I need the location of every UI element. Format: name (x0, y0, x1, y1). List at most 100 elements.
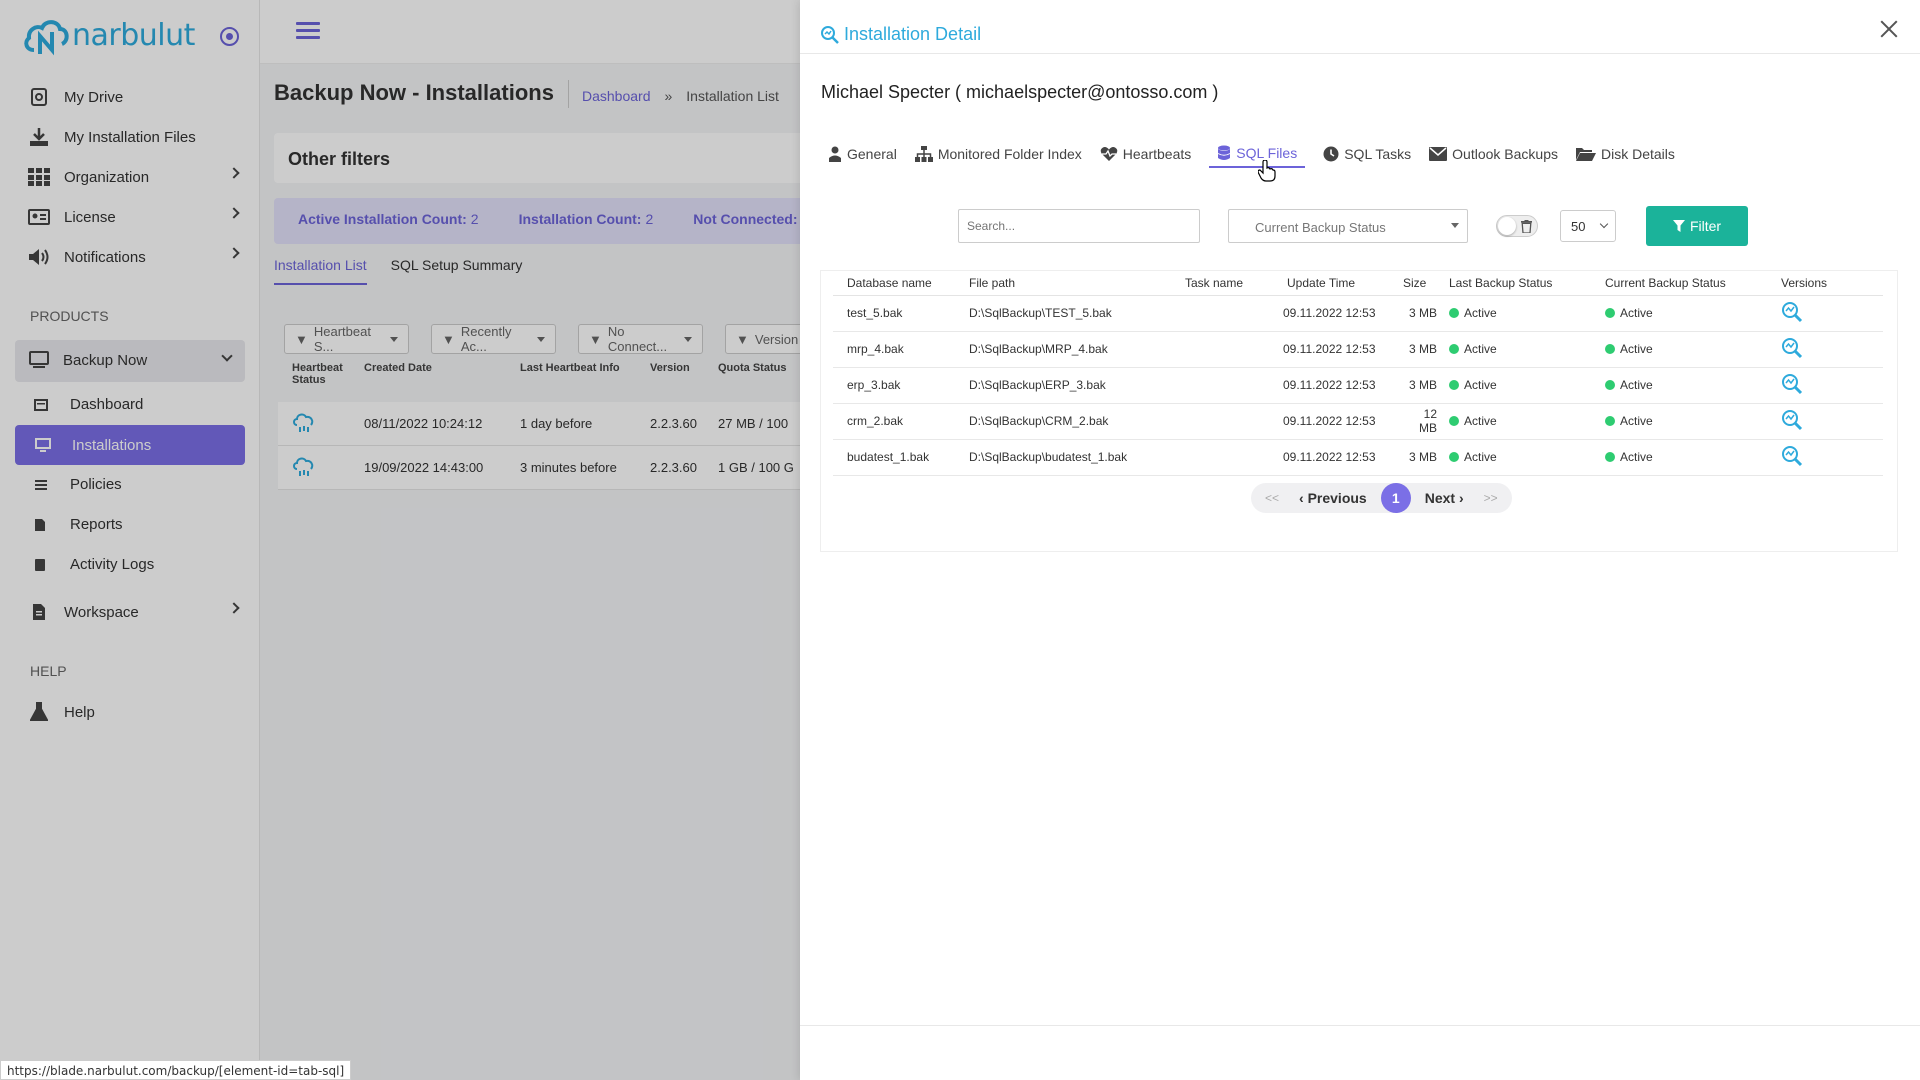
file-path: D:\SqlBackup\TEST_5.bak (963, 295, 1179, 332)
table-row[interactable]: crm_2.bak D:\SqlBackup\CRM_2.bak 09.11.2… (833, 403, 1883, 440)
tab-disk-details[interactable]: Disk Details (1575, 140, 1675, 168)
search-versions-icon[interactable] (1781, 301, 1803, 323)
previous-page-button[interactable]: ‹ Previous (1299, 490, 1367, 506)
envelope-icon (1429, 147, 1448, 161)
status-text: Active (1464, 342, 1497, 356)
file-path: D:\SqlBackup\ERP_3.bak (963, 367, 1179, 404)
last-backup-status: Active (1443, 439, 1599, 476)
search-input[interactable] (958, 209, 1200, 243)
close-icon[interactable] (1880, 20, 1898, 38)
task-name (1179, 439, 1277, 476)
update-time: 09.11.2022 12:53 (1277, 331, 1397, 368)
last-backup-status: Active (1443, 403, 1599, 440)
last-page-button[interactable]: >> (1478, 491, 1504, 505)
file-path: D:\SqlBackup\CRM_2.bak (963, 403, 1179, 440)
status-text: Active (1620, 378, 1653, 392)
table-row[interactable]: mrp_4.bak D:\SqlBackup\MRP_4.bak 09.11.2… (833, 331, 1883, 368)
drawer-footer-divider (800, 1025, 1920, 1026)
current-page-button[interactable]: 1 (1380, 483, 1411, 513)
trash-icon (1521, 220, 1532, 233)
table-row[interactable]: test_5.bak D:\SqlBackup\TEST_5.bak 09.11… (833, 295, 1883, 332)
page-size-select[interactable]: 50 (1560, 210, 1616, 242)
search-versions-icon[interactable] (1781, 373, 1803, 395)
search-versions-icon[interactable] (1781, 337, 1803, 359)
file-size: 3 MB (1397, 439, 1443, 476)
drawer-title: Installation Detail (820, 24, 981, 45)
table-row[interactable]: budatest_1.bak D:\SqlBackup\budatest_1.b… (833, 439, 1883, 476)
column-header[interactable]: Versions (1775, 271, 1883, 296)
column-header[interactable]: Current Backup Status (1599, 271, 1775, 296)
modal-backdrop[interactable] (0, 0, 800, 1080)
status-dot (1449, 380, 1459, 390)
tab-outlook-backups[interactable]: Outlook Backups (1429, 140, 1558, 168)
filter-button-label: Filter (1689, 218, 1722, 234)
tab-general[interactable]: General (828, 140, 897, 168)
task-name (1179, 367, 1277, 404)
database-name: mrp_4.bak (833, 331, 963, 368)
detail-tabs: General Monitored Folder Index Heartbeat… (828, 140, 1675, 168)
status-text: Active (1620, 414, 1653, 428)
status-text: Active (1464, 306, 1497, 320)
versions-cell (1775, 295, 1883, 332)
column-header[interactable]: Last Backup Status (1443, 271, 1599, 296)
column-header[interactable]: Task name (1179, 271, 1277, 296)
tab-monitored-folder-index[interactable]: Monitored Folder Index (914, 140, 1082, 168)
tab-heartbeats[interactable]: Heartbeats (1100, 140, 1191, 168)
next-label: Next (1424, 490, 1456, 506)
tab-label: Outlook Backups (1452, 146, 1558, 162)
next-page-button[interactable]: Next › (1425, 490, 1464, 506)
tab-label: SQL Tasks (1344, 146, 1412, 162)
toggle-knob (1498, 217, 1516, 235)
status-dot (1605, 308, 1615, 318)
caret-down-icon (1451, 223, 1459, 228)
status-dot (1449, 452, 1459, 462)
chevron-down-icon (1599, 219, 1609, 229)
versions-cell (1775, 403, 1883, 440)
current-backup-status: Active (1599, 367, 1775, 404)
previous-label: Previous (1307, 490, 1367, 506)
versions-cell (1775, 367, 1883, 404)
installation-user: Michael Specter ( michaelspecter@ontosso… (821, 82, 1219, 102)
table-row[interactable]: erp_3.bak D:\SqlBackup\ERP_3.bak 09.11.2… (833, 367, 1883, 404)
filter-button[interactable]: Filter (1646, 206, 1748, 246)
versions-cell (1775, 331, 1883, 368)
update-time: 09.11.2022 12:53 (1277, 403, 1397, 440)
database-name: test_5.bak (833, 295, 963, 332)
column-header[interactable]: Update Time (1277, 271, 1397, 296)
status-url: https://blade.narbulut.com/backup/[eleme… (0, 1060, 352, 1080)
filter-icon (1672, 220, 1685, 232)
tab-label: General (847, 146, 897, 162)
table-header: Database name File path Task name Update… (833, 271, 1883, 296)
current-backup-status-select[interactable]: Current Backup Status (1228, 209, 1468, 243)
column-header[interactable]: Database name (833, 271, 963, 296)
search-versions-icon[interactable] (1781, 409, 1803, 431)
status-text: Active (1620, 342, 1653, 356)
update-time: 09.11.2022 12:53 (1277, 439, 1397, 476)
database-icon (1218, 145, 1231, 160)
task-name (1179, 403, 1277, 440)
file-size: 3 MB (1397, 367, 1443, 404)
page-size-value: 50 (1571, 219, 1586, 234)
status-dot (1605, 344, 1615, 354)
hand-cursor-icon (1258, 160, 1276, 182)
column-header[interactable]: File path (963, 271, 1179, 296)
current-backup-status: Active (1599, 439, 1775, 476)
installation-detail-drawer: Installation Detail Michael Specter ( mi… (800, 0, 1920, 1080)
search-detail-icon (821, 25, 839, 44)
database-name: crm_2.bak (833, 403, 963, 440)
tab-sql-tasks[interactable]: SQL Tasks (1323, 140, 1411, 168)
status-text: Active (1464, 414, 1497, 428)
search-versions-icon[interactable] (1781, 445, 1803, 467)
status-dot (1605, 380, 1615, 390)
status-text: Active (1620, 450, 1653, 464)
file-size: 12 MB (1397, 403, 1443, 440)
file-path: D:\SqlBackup\budatest_1.bak (963, 439, 1179, 476)
status-text: Active (1464, 450, 1497, 464)
status-dot (1605, 452, 1615, 462)
column-header[interactable]: Size (1397, 271, 1443, 296)
status-text: Active (1620, 306, 1653, 320)
current-backup-status: Active (1599, 403, 1775, 440)
show-deleted-toggle[interactable] (1496, 215, 1538, 237)
update-time: 09.11.2022 12:53 (1277, 367, 1397, 404)
first-page-button[interactable]: << (1259, 491, 1285, 505)
